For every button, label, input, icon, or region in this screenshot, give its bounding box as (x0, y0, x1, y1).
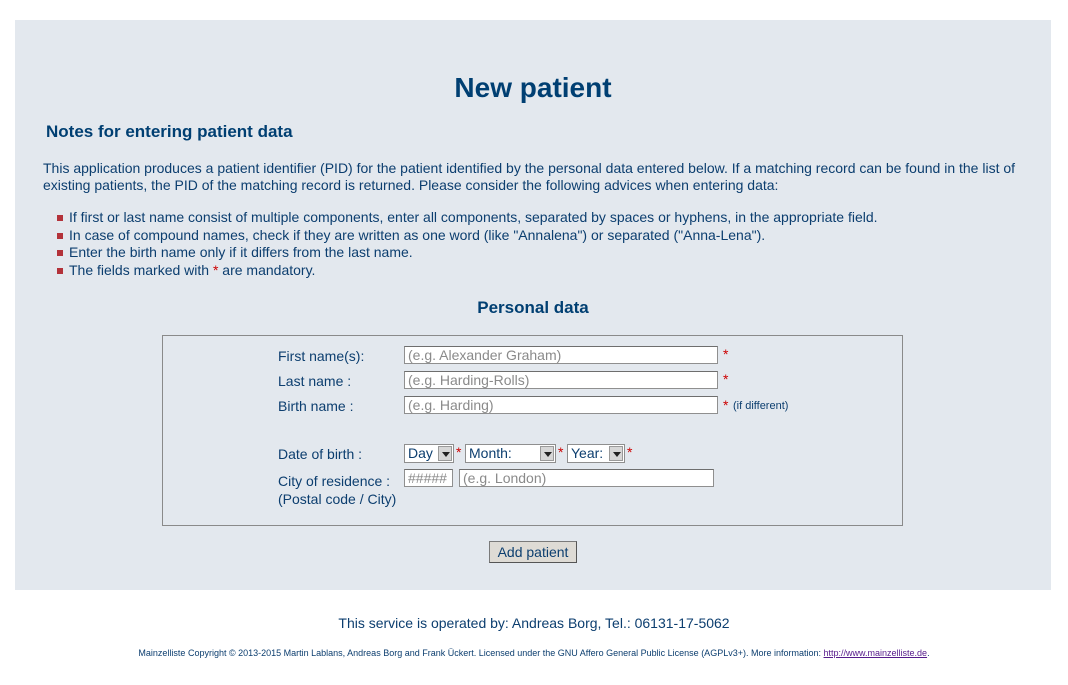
required-star: * (723, 346, 729, 362)
last-name-label: Last name : (278, 373, 352, 389)
day-select-value: Day (408, 445, 433, 461)
first-name-label: First name(s): (278, 348, 365, 364)
patient-form: First name(s): * Last name : * Birth nam… (162, 335, 903, 526)
notes-heading: Notes for entering patient data (46, 122, 293, 141)
list-item: If first or last name consist of multipl… (55, 209, 878, 227)
mandatory-text-prefix: The fields marked with (69, 261, 210, 278)
chevron-down-icon (540, 446, 554, 461)
personal-data-heading: Personal data (477, 298, 589, 317)
month-select-value: Month: (469, 445, 512, 461)
last-name-field[interactable] (404, 371, 718, 389)
website-link[interactable]: http://www.mainzelliste.de (824, 648, 928, 658)
birth-name-field[interactable] (404, 396, 718, 414)
required-star: * (558, 444, 564, 460)
list-item: Enter the birth name only if it differs … (55, 244, 878, 262)
first-name-field[interactable] (404, 346, 718, 364)
main-panel: New patient Notes for entering patient d… (15, 20, 1051, 590)
required-star: * (456, 444, 462, 460)
year-select[interactable]: Year: (567, 444, 625, 463)
month-select[interactable]: Month: (465, 444, 556, 463)
required-star: * (212, 261, 219, 278)
required-star: * (627, 444, 633, 460)
list-item: In case of compound names, check if they… (55, 227, 878, 245)
advice-list: If first or last name consist of multipl… (55, 209, 878, 279)
city-label: City of residence : (278, 473, 391, 489)
day-select[interactable]: Day (404, 444, 454, 463)
birth-name-hint: (if different) (733, 400, 789, 412)
chevron-down-icon (438, 446, 452, 461)
copyright-text: Mainzelliste Copyright © 2013-2015 Marti… (138, 648, 821, 658)
birth-name-label: Birth name : (278, 398, 354, 414)
notes-intro: This application produces a patient iden… (43, 160, 1016, 193)
add-patient-button[interactable]: Add patient (489, 541, 577, 563)
copyright-notice: Mainzelliste Copyright © 2013-2015 Marti… (0, 648, 1068, 658)
operator-info: This service is operated by: Andreas Bor… (338, 615, 730, 631)
required-star: * (723, 397, 729, 413)
date-of-birth-label: Date of birth : (278, 446, 363, 462)
postal-code-field[interactable] (404, 469, 453, 487)
city-field[interactable] (459, 469, 714, 487)
required-star: * (723, 371, 729, 387)
mandatory-text-suffix: are mandatory. (222, 261, 316, 278)
copyright-suffix: . (927, 648, 930, 658)
page-title: New patient (454, 72, 612, 103)
chevron-down-icon (609, 446, 623, 461)
city-sublabel: (Postal code / City) (278, 491, 397, 507)
list-item-mandatory: The fields marked with * are mandatory. (55, 262, 878, 280)
year-select-value: Year: (571, 445, 604, 461)
